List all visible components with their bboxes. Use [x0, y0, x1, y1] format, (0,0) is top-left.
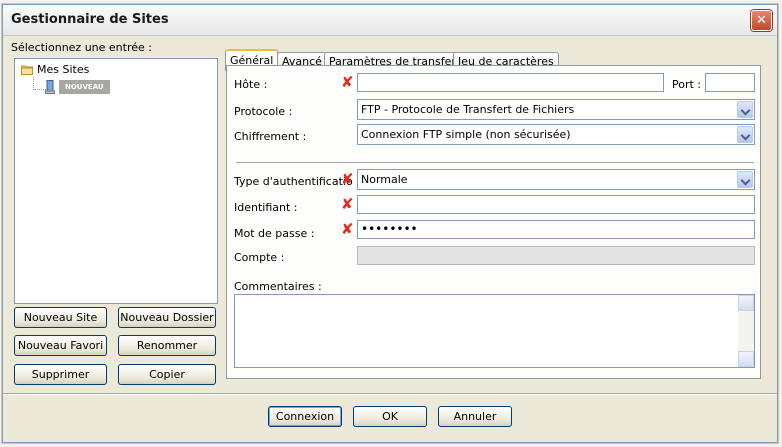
- new-site-button[interactable]: Nouveau Site: [14, 307, 107, 328]
- user-label: Identifiant :: [234, 201, 298, 214]
- new-folder-button[interactable]: Nouveau Dossier: [118, 307, 216, 328]
- error-icon: ✘: [341, 195, 354, 213]
- title-bar: Gestionnaire de Sites ✕: [3, 5, 777, 36]
- site-tree[interactable]: Mes Sites NOUVEAU: [14, 58, 218, 304]
- password-label: Mot de passe :: [234, 227, 315, 240]
- port-input[interactable]: [705, 73, 755, 92]
- chevron-down-icon[interactable]: [737, 101, 753, 118]
- password-input[interactable]: ••••••••: [357, 220, 755, 239]
- cancel-button[interactable]: Annuler: [438, 406, 512, 427]
- rename-button[interactable]: Renommer: [118, 335, 216, 356]
- scroll-up-icon[interactable]: [738, 295, 754, 311]
- site-manager-dialog: Gestionnaire de Sites ✕ Sélectionnez une…: [2, 4, 778, 443]
- comments-textarea[interactable]: [234, 294, 755, 368]
- scroll-down-icon[interactable]: [738, 351, 754, 367]
- auth-type-value: Normale: [361, 173, 408, 186]
- port-label: Port :: [672, 78, 702, 91]
- comments-label: Commentaires :: [234, 280, 322, 293]
- site-icon: [45, 80, 55, 94]
- protocol-label: Protocole :: [234, 105, 293, 118]
- chevron-down-icon[interactable]: [737, 126, 753, 143]
- connect-button[interactable]: Connexion: [268, 406, 342, 427]
- copy-button[interactable]: Copier: [118, 364, 216, 385]
- folder-icon: [21, 65, 33, 75]
- user-input[interactable]: [357, 195, 755, 214]
- comments-scrollbar[interactable]: [738, 295, 754, 367]
- host-label: Hôte :: [234, 78, 268, 91]
- close-button[interactable]: ✕: [751, 10, 772, 31]
- encryption-select[interactable]: Connexion FTP simple (non sécurisée): [357, 124, 755, 145]
- new-bookmark-button[interactable]: Nouveau Favori: [14, 335, 107, 356]
- select-entry-label: Sélectionnez une entrée :: [11, 41, 152, 54]
- chevron-down-icon[interactable]: [737, 171, 753, 188]
- account-input: [357, 246, 755, 265]
- encryption-label: Chiffrement :: [234, 130, 307, 143]
- delete-button[interactable]: Supprimer: [14, 364, 107, 385]
- encryption-value: Connexion FTP simple (non sécurisée): [361, 128, 571, 141]
- ok-button[interactable]: OK: [353, 406, 427, 427]
- footer-divider: [3, 393, 777, 395]
- error-icon: ✘: [341, 73, 354, 91]
- protocol-value: FTP - Protocole de Transfert de Fichiers: [361, 103, 575, 116]
- error-icon: ✘: [341, 220, 354, 238]
- host-input[interactable]: [357, 73, 664, 92]
- auth-type-select[interactable]: Normale: [357, 169, 755, 190]
- auth-type-label: Type d'authentificatio: [234, 175, 353, 188]
- window-title: Gestionnaire de Sites: [11, 12, 169, 27]
- tree-root-label[interactable]: Mes Sites: [37, 63, 89, 76]
- section-divider: [236, 162, 754, 164]
- account-label: Compte :: [234, 251, 285, 264]
- tree-item-nouveau[interactable]: NOUVEAU: [59, 80, 110, 94]
- protocol-select[interactable]: FTP - Protocole de Transfert de Fichiers: [357, 99, 755, 120]
- error-icon: ✘: [341, 170, 354, 188]
